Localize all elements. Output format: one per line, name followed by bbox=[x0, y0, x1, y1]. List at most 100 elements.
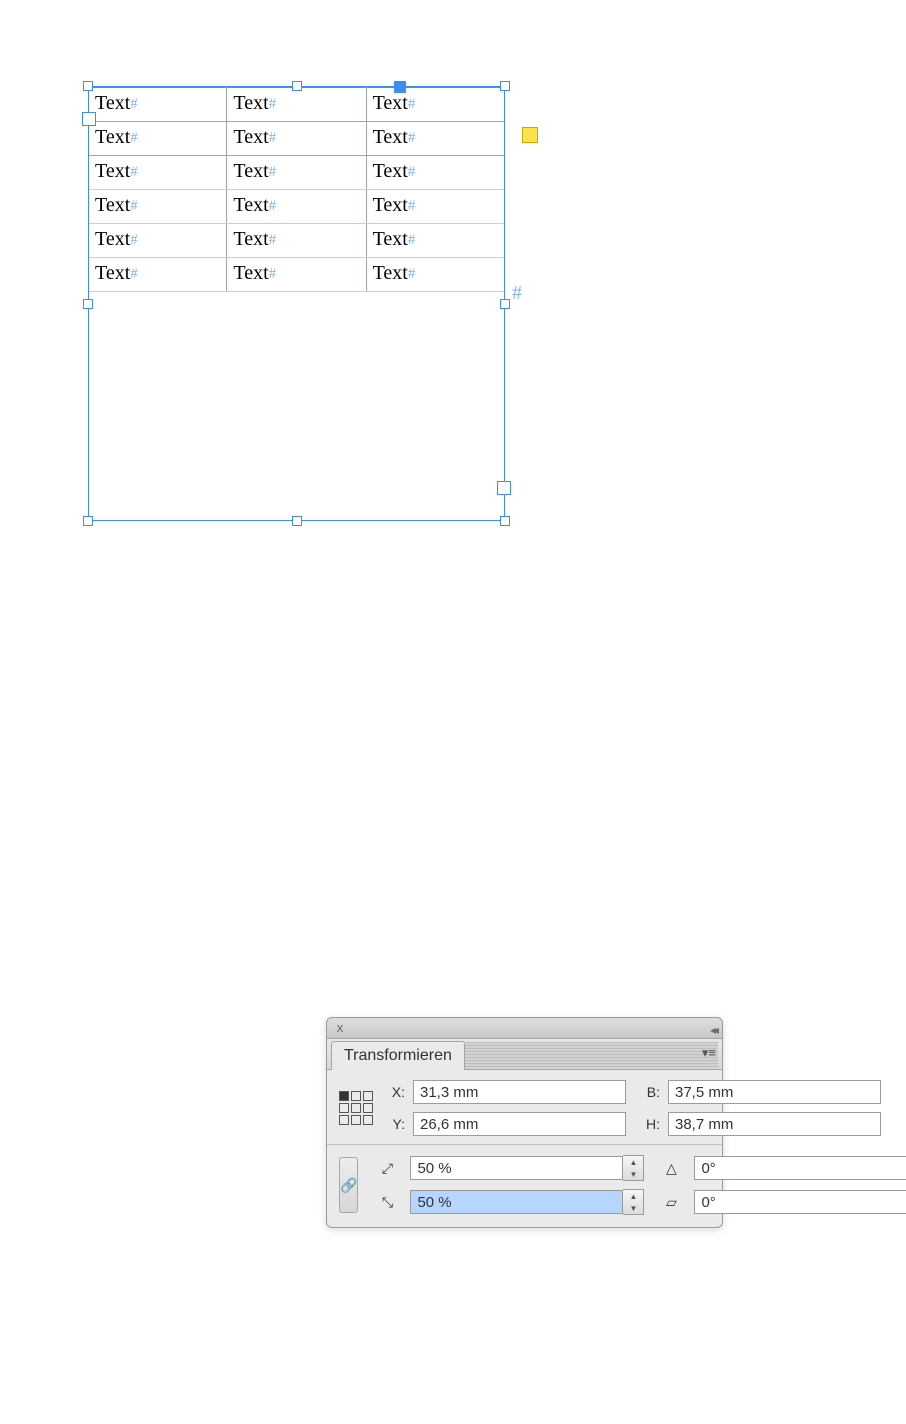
hidden-char-icon: # bbox=[130, 96, 138, 112]
cell-text: Text bbox=[233, 92, 268, 114]
table-row: Text#Text#Text# bbox=[89, 88, 504, 122]
panel-tabrow: Transformieren ▾≡ bbox=[327, 1039, 722, 1070]
link-icon: 🔗 bbox=[340, 1177, 357, 1194]
cell-text: Text bbox=[95, 92, 130, 114]
frame-origin-marker[interactable] bbox=[394, 81, 406, 93]
table-cell[interactable]: Text# bbox=[89, 156, 227, 190]
panel-titlebar[interactable]: x ◂◂ bbox=[327, 1018, 722, 1039]
cell-text: Text bbox=[95, 228, 130, 250]
table-cell[interactable]: Text# bbox=[227, 156, 366, 190]
hidden-char-icon: # bbox=[130, 164, 138, 180]
hidden-char-icon: # bbox=[408, 130, 416, 146]
table-cell[interactable]: Text# bbox=[89, 258, 227, 292]
scale-y-stepper[interactable]: ▲▼ bbox=[623, 1189, 644, 1215]
table-cell[interactable]: Text# bbox=[227, 122, 366, 156]
table-cell[interactable]: Text# bbox=[366, 88, 504, 122]
reference-point-proxy[interactable] bbox=[339, 1091, 373, 1125]
x-field[interactable] bbox=[413, 1080, 626, 1104]
table-cell[interactable]: Text# bbox=[89, 122, 227, 156]
hidden-char-icon: # bbox=[269, 96, 277, 112]
x-label: X: bbox=[387, 1084, 405, 1100]
tab-transform-label: Transformieren bbox=[344, 1047, 452, 1065]
table-row: Text#Text#Text# bbox=[89, 190, 504, 224]
hidden-char-icon: # bbox=[269, 198, 277, 214]
cell-text: Text bbox=[373, 126, 408, 148]
frame-adornment-icon[interactable] bbox=[522, 127, 538, 143]
cell-text: Text bbox=[233, 228, 268, 250]
story-end-marker: # bbox=[512, 282, 522, 305]
handle-top-left[interactable] bbox=[83, 81, 93, 91]
cell-text: Text bbox=[373, 194, 408, 216]
table-row: Text#Text#Text# bbox=[89, 122, 504, 156]
w-field[interactable] bbox=[668, 1080, 881, 1104]
cell-text: Text bbox=[95, 126, 130, 148]
tab-transform[interactable]: Transformieren bbox=[331, 1041, 465, 1070]
rotate-icon: △ bbox=[660, 1157, 682, 1179]
cell-text: Text bbox=[373, 92, 408, 114]
w-label: B: bbox=[642, 1084, 660, 1100]
handle-middle-left[interactable] bbox=[83, 299, 93, 309]
handle-top-middle[interactable] bbox=[292, 81, 302, 91]
handle-bottom-left[interactable] bbox=[83, 516, 93, 526]
shear-icon: ▱ bbox=[660, 1191, 682, 1213]
collapse-icon[interactable]: ◂◂ bbox=[710, 1023, 716, 1037]
table-row: Text#Text#Text# bbox=[89, 224, 504, 258]
table-cell[interactable]: Text# bbox=[89, 190, 227, 224]
h-field[interactable] bbox=[668, 1112, 881, 1136]
cell-text: Text bbox=[95, 160, 130, 182]
rotate-field[interactable] bbox=[694, 1156, 906, 1180]
text-in-port[interactable] bbox=[82, 112, 96, 126]
table-cell[interactable]: Text# bbox=[89, 224, 227, 258]
hidden-char-icon: # bbox=[269, 266, 277, 282]
hidden-char-icon: # bbox=[130, 266, 138, 282]
scale-x-field[interactable] bbox=[410, 1156, 623, 1180]
cell-text: Text bbox=[373, 160, 408, 182]
cell-text: Text bbox=[373, 228, 408, 250]
shear-field[interactable] bbox=[694, 1190, 906, 1214]
hidden-char-icon: # bbox=[130, 198, 138, 214]
hidden-char-icon: # bbox=[408, 96, 416, 112]
table-cell[interactable]: Text# bbox=[227, 190, 366, 224]
table-cell[interactable]: Text# bbox=[89, 88, 227, 122]
text-frame-selection[interactable]: # Text#Text#Text#Text#Text#Text#Text#Tex… bbox=[88, 86, 505, 521]
constrain-link-button[interactable]: 🔗 bbox=[339, 1157, 358, 1213]
y-field[interactable] bbox=[413, 1112, 626, 1136]
text-out-port[interactable] bbox=[497, 481, 511, 495]
table-cell[interactable]: Text# bbox=[227, 258, 366, 292]
table-row: Text#Text#Text# bbox=[89, 156, 504, 190]
hidden-char-icon: # bbox=[408, 232, 416, 248]
hidden-char-icon: # bbox=[408, 266, 416, 282]
close-icon[interactable]: x bbox=[333, 1021, 347, 1035]
cell-text: Text bbox=[233, 126, 268, 148]
panel-body: X: Y: B: H: bbox=[327, 1070, 722, 1227]
table-cell[interactable]: Text# bbox=[366, 190, 504, 224]
cell-text: Text bbox=[95, 262, 130, 284]
table-cell[interactable]: Text# bbox=[366, 224, 504, 258]
table-cell[interactable]: Text# bbox=[227, 224, 366, 258]
handle-top-right[interactable] bbox=[500, 81, 510, 91]
panel-flyout-icon[interactable]: ▾≡ bbox=[702, 1045, 716, 1061]
hidden-char-icon: # bbox=[408, 198, 416, 214]
handle-bottom-middle[interactable] bbox=[292, 516, 302, 526]
table-cell[interactable]: Text# bbox=[366, 156, 504, 190]
transform-panel: x ◂◂ Transformieren ▾≡ X: Y: bbox=[326, 1017, 723, 1228]
h-label: H: bbox=[642, 1116, 660, 1132]
table-cell[interactable]: Text# bbox=[366, 258, 504, 292]
cell-text: Text bbox=[95, 194, 130, 216]
hidden-char-icon: # bbox=[130, 130, 138, 146]
handle-bottom-right[interactable] bbox=[500, 516, 510, 526]
document-table[interactable]: Text#Text#Text#Text#Text#Text#Text#Text#… bbox=[89, 87, 504, 292]
hidden-char-icon: # bbox=[269, 232, 277, 248]
tab-strip bbox=[465, 1042, 718, 1068]
handle-middle-right[interactable] bbox=[500, 299, 510, 309]
table-row: Text#Text#Text# bbox=[89, 258, 504, 292]
table-cell[interactable]: Text# bbox=[366, 122, 504, 156]
table-cell[interactable]: Text# bbox=[227, 88, 366, 122]
hidden-char-icon: # bbox=[130, 232, 138, 248]
cell-text: Text bbox=[233, 262, 268, 284]
scale-y-field[interactable] bbox=[410, 1190, 623, 1214]
cell-text: Text bbox=[233, 160, 268, 182]
cell-text: Text bbox=[373, 262, 408, 284]
panel-separator bbox=[327, 1144, 722, 1145]
scale-x-stepper[interactable]: ▲▼ bbox=[623, 1155, 644, 1181]
